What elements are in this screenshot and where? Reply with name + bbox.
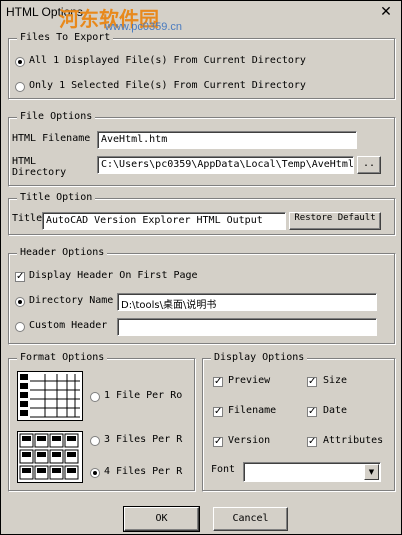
one-per-row-preview-icon — [17, 371, 83, 421]
font-select[interactable]: ▼ — [243, 462, 381, 482]
files-to-export-group: Files To Export All 1 Displayed File(s) … — [8, 32, 396, 100]
size-checkbox[interactable]: ✓ — [307, 377, 317, 387]
html-filename-label: HTML Filename — [12, 133, 91, 144]
directory-name-radio[interactable] — [15, 297, 25, 307]
html-directory-input[interactable]: C:\Users\pc0359\AppData\Local\Temp\AveHt… — [97, 156, 354, 174]
four-per-row-label[interactable]: 4 Files Per R — [104, 466, 182, 477]
size-label[interactable]: Size — [323, 375, 347, 386]
attributes-label[interactable]: Attributes — [323, 435, 383, 446]
four-per-row-radio[interactable] — [90, 468, 100, 478]
html-filename-input[interactable]: AveHtml.htm — [97, 131, 357, 149]
file-options-legend: File Options — [17, 111, 96, 122]
display-options-group: Display Options ✓ Preview ✓ Size ✓ Filen… — [202, 352, 396, 492]
three-per-row-radio[interactable] — [90, 436, 100, 446]
custom-header-input[interactable] — [117, 318, 377, 336]
close-icon[interactable]: ✕ — [379, 4, 393, 18]
display-header-label[interactable]: Display Header On First Page — [29, 270, 198, 281]
title-input[interactable]: AutoCAD Version Explorer HTML Output — [42, 212, 286, 230]
format-options-group: Format Options 1 File Per Ro 3 Files Per… — [8, 352, 196, 492]
title-bar: HTML Options 河东软件园 www.pc0359.cn ✕ — [1, 1, 401, 33]
multi-per-row-preview-icon — [17, 431, 83, 483]
html-directory-label: HTML Directory — [12, 156, 67, 178]
browse-button[interactable]: .. — [357, 156, 381, 174]
font-label: Font — [211, 464, 236, 475]
directory-name-input[interactable]: D:\tools\桌面\说明书 — [117, 293, 377, 311]
export-selected-label[interactable]: Only 1 Selected File(s) From Current Dir… — [29, 80, 306, 91]
dropdown-arrow-icon[interactable]: ▼ — [364, 464, 379, 480]
watermark-url: www.pc0359.cn — [105, 21, 183, 33]
title-option-group: Title Option Title AutoCAD Version Explo… — [8, 192, 396, 236]
one-per-row-label[interactable]: 1 File Per Ro — [104, 390, 182, 401]
version-checkbox[interactable]: ✓ — [213, 437, 223, 447]
cancel-button[interactable]: Cancel — [213, 507, 288, 531]
export-all-radio[interactable] — [15, 57, 25, 67]
three-per-row-label[interactable]: 3 Files Per R — [104, 434, 182, 445]
date-checkbox[interactable]: ✓ — [307, 407, 317, 417]
header-options-legend: Header Options — [17, 247, 108, 258]
date-label[interactable]: Date — [323, 405, 347, 416]
title-label: Title — [12, 213, 43, 224]
preview-checkbox[interactable]: ✓ — [213, 377, 223, 387]
filename-label[interactable]: Filename — [228, 405, 276, 416]
filename-checkbox[interactable]: ✓ — [213, 407, 223, 417]
display-header-checkbox[interactable]: ✓ — [15, 272, 25, 282]
html-options-dialog: HTML Options 河东软件园 www.pc0359.cn ✕ Files… — [0, 0, 402, 535]
export-all-label[interactable]: All 1 Displayed File(s) From Current Dir… — [29, 55, 306, 66]
export-selected-radio[interactable] — [15, 82, 25, 92]
preview-label[interactable]: Preview — [228, 375, 270, 386]
format-options-legend: Format Options — [17, 352, 108, 363]
restore-default-button[interactable]: Restore Default — [289, 212, 381, 230]
attributes-checkbox[interactable]: ✓ — [307, 437, 317, 447]
custom-header-label[interactable]: Custom Header — [29, 320, 107, 331]
one-per-row-radio[interactable] — [90, 392, 100, 402]
ok-button[interactable]: OK — [123, 506, 200, 532]
title-option-legend: Title Option — [17, 192, 96, 203]
directory-name-label[interactable]: Directory Name — [29, 295, 113, 306]
custom-header-radio[interactable] — [15, 322, 25, 332]
display-options-legend: Display Options — [211, 352, 308, 363]
header-options-group: Header Options ✓ Display Header On First… — [8, 247, 396, 345]
file-options-group: File Options HTML Filename AveHtml.htm H… — [8, 111, 396, 187]
version-label[interactable]: Version — [228, 435, 270, 446]
files-to-export-legend: Files To Export — [17, 32, 114, 43]
